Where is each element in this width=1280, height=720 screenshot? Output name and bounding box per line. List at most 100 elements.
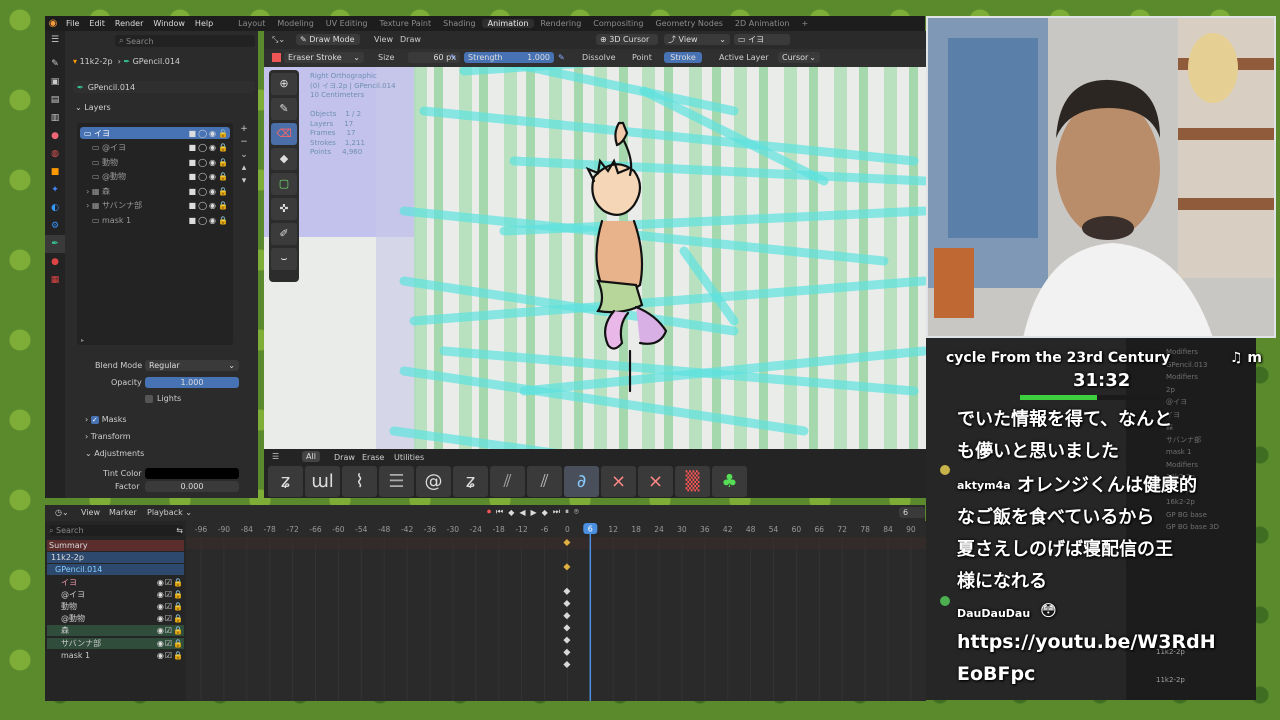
menu-view[interactable]: View <box>374 35 393 44</box>
transform-subpanel[interactable]: › Transform <box>85 432 131 441</box>
layer-row[interactable]: ▭ @イヨ ■◯◉🔒 <box>80 142 230 154</box>
channel-row[interactable]: @動物 ◉☑🔒 <box>47 613 184 624</box>
tab-shading[interactable]: Shading <box>437 19 482 28</box>
outliner-item[interactable]: Modifiers <box>1166 459 1256 472</box>
add-layer-button[interactable]: + <box>237 123 251 136</box>
channel-toggles-icon[interactable]: ◉☑🔒 <box>157 602 184 611</box>
checkbox-checked-icon[interactable]: ✓ <box>90 415 99 424</box>
menu-draw[interactable]: Draw <box>400 35 421 44</box>
outliner-item[interactable]: 11k2-2p <box>1156 676 1185 684</box>
output-tab-icon[interactable]: ▤ <box>45 91 65 109</box>
channel-row[interactable]: @イヨ ◉☑🔒 <box>47 589 184 600</box>
channel-toggles-icon[interactable]: ◉☑🔒 <box>157 639 184 648</box>
timeline-editor-icon[interactable]: ◷⌄ <box>55 508 69 517</box>
world-tab-icon[interactable]: ◍ <box>45 145 65 163</box>
menu-help[interactable]: Help <box>190 19 218 28</box>
move-layer-up-button[interactable]: ▴ <box>237 162 251 175</box>
channel-toggles-icon[interactable]: ◉☑🔒 <box>157 614 184 623</box>
brush-thumbnail[interactable]: ☰ <box>379 466 414 497</box>
current-frame-field[interactable]: 6 <box>899 507 925 518</box>
jump-start-icon[interactable]: ⏮ <box>496 507 503 517</box>
mode-stroke[interactable]: Stroke <box>664 52 702 63</box>
brush-thumbnail[interactable]: ʑ <box>453 466 488 497</box>
keyframe[interactable] <box>563 587 571 595</box>
outliner-item[interactable]: @イヨ <box>1166 396 1256 409</box>
channel-row[interactable]: 森 ◉☑🔒 <box>47 625 184 637</box>
channel-search[interactable]: ⌕ Search ⇆ <box>49 525 183 536</box>
timeline-canvas[interactable]: -96 -90 -84 -78 -72 -66 -60 -54 -48 -42 -36 -30 -24-… <box>186 521 926 701</box>
layer-toggles-icon[interactable]: ■◯◉🔒 <box>189 187 230 196</box>
layer-row[interactable]: › ▦ サバンナ部 ■◯◉🔒 <box>80 200 230 212</box>
keyframe[interactable] <box>563 599 571 608</box>
shelf-tab-erase[interactable]: Erase <box>362 453 384 462</box>
keyframe[interactable] <box>563 563 571 571</box>
render-tab-icon[interactable]: ▣ <box>45 73 65 91</box>
keyframe[interactable] <box>563 648 571 656</box>
pressure-icon[interactable]: ✎ <box>450 53 457 62</box>
layer-row[interactable]: ▭ イヨ ■◯◉🔒 <box>80 127 230 139</box>
outliner-item[interactable]: GP BG base 3D <box>1166 521 1256 534</box>
channel-row[interactable]: サバンナ部 ◉☑🔒 <box>47 637 184 649</box>
dopesheet-grid[interactable]: -96 -90 -84 -78 -72 -66 -60 -54 -48 -42 -36 -30 -24-… <box>186 521 926 701</box>
play-icon[interactable]: ▶ <box>531 508 537 517</box>
eyedropper-tool-icon[interactable]: ✐ <box>271 223 297 245</box>
layer-toggles-icon[interactable]: ■◯◉🔒 <box>189 216 230 225</box>
auto-key-icon[interactable]: ⌾ <box>574 507 579 517</box>
channel-row[interactable]: 動物 ◉☑🔒 <box>47 601 184 612</box>
timeline-menu-playback[interactable]: Playback ⌄ <box>147 508 192 517</box>
tint-tool-icon[interactable]: ✜ <box>271 198 297 220</box>
layer-toggles-icon[interactable]: ■◯◉🔒 <box>189 143 230 152</box>
tint-color-swatch[interactable] <box>145 468 239 479</box>
lights-checkbox[interactable]: Lights <box>145 394 181 403</box>
brush-thumbnail[interactable]: ⫽ <box>490 466 525 497</box>
brush-thumbnail[interactable]: ⌇ <box>342 466 377 497</box>
object-tab-icon[interactable]: ■ <box>45 163 65 181</box>
brush-thumbnail[interactable]: @ <box>416 466 451 497</box>
fill-tool-icon[interactable]: ◆ <box>271 148 297 170</box>
view-orient-select[interactable]: ⤴ View ⌄ <box>664 34 730 45</box>
channel-toggles-icon[interactable]: ◉☑🔒 <box>157 626 184 635</box>
layer-specials-button[interactable]: ⌄ <box>237 149 251 162</box>
brush-thumbnail[interactable]: ⨯ <box>601 466 636 497</box>
menu-window[interactable]: Window <box>148 19 190 28</box>
erase-tool-icon[interactable]: ⌫ <box>271 123 297 145</box>
remove-layer-button[interactable]: − <box>237 136 251 149</box>
tool-tab-icon[interactable]: ✎ <box>45 55 65 73</box>
curve-tool-icon[interactable]: ⌣ <box>271 248 297 270</box>
search-input[interactable]: Search <box>126 37 153 46</box>
adjustments-subpanel[interactable]: ⌄ Adjustments <box>85 449 144 458</box>
strength-slider[interactable]: Strength 1.000 <box>464 52 554 63</box>
outliner-item[interactable]: サバンナ部 <box>1166 434 1256 447</box>
cursor3d-select[interactable]: ⊕ 3D Cursor <box>596 34 658 45</box>
tab-texture-paint[interactable]: Texture Paint <box>374 19 438 28</box>
shelf-menu-icon[interactable]: ☰ <box>272 452 279 461</box>
opacity-slider[interactable]: 1.000 <box>145 377 239 388</box>
swap-icon[interactable]: ⇆ <box>176 526 183 535</box>
brush-thumbnail[interactable]: ɯl <box>305 466 340 497</box>
menu-render[interactable]: Render <box>110 19 148 28</box>
channel-row[interactable]: 11k2-2p <box>47 552 184 564</box>
list-resize-handle[interactable]: ▸ <box>81 337 84 344</box>
mode-dissolve[interactable]: Dissolve <box>582 53 616 62</box>
keyframe[interactable] <box>563 612 571 620</box>
constraints-tab-icon[interactable]: ⚙ <box>45 217 65 235</box>
channel-row[interactable]: GPencil.014 <box>47 564 184 576</box>
tab-layout[interactable]: Layout <box>232 19 271 28</box>
draw-tool-icon[interactable]: ✎ <box>271 98 297 120</box>
layers-panel-header[interactable]: ⌄ Layers <box>75 103 111 112</box>
outliner-item[interactable]: 16k2-2p <box>1166 496 1256 509</box>
layer-row[interactable]: › ▦ 森 ■◯◉🔒 <box>80 185 230 197</box>
record-icon[interactable]: ⏺ <box>487 507 491 517</box>
props-search[interactable]: ⌕ Search <box>115 35 255 47</box>
effects-tab-icon[interactable]: ◐ <box>45 199 65 217</box>
channel-search-input[interactable]: Search <box>56 526 83 535</box>
tab-modeling[interactable]: Modeling <box>271 19 319 28</box>
layer-toggles-icon[interactable]: ■◯◉🔒 <box>189 172 230 181</box>
active-layer-toggle[interactable]: Active Layer <box>719 53 769 62</box>
brush-thumbnail[interactable]: ▒ <box>675 466 710 497</box>
brush-thumbnail[interactable]: ♣ <box>712 466 747 497</box>
mode-select[interactable]: ✎ Draw Mode <box>296 34 360 45</box>
blend-mode-select[interactable]: Regular ⌄ <box>145 360 239 371</box>
editor-type-button[interactable]: ⤡⌄ <box>272 35 285 45</box>
brush-thumbnail[interactable]: ∂ <box>564 466 599 497</box>
